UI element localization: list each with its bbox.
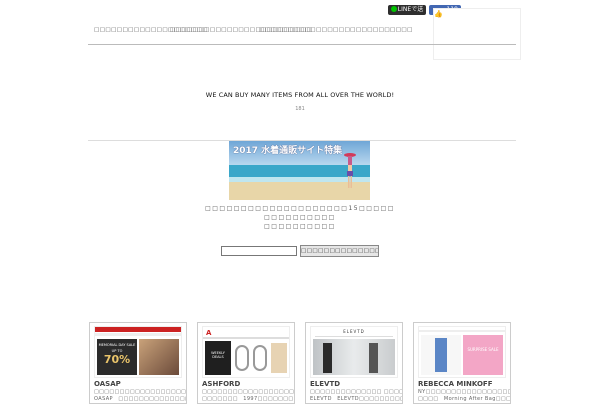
- model-figure: [369, 343, 378, 373]
- card-desc: □□□□□□□□□□□□□□□□□□□□□□□□ OASAP □□□□□□□□□…: [94, 389, 186, 403]
- card-desc: □□□□□□□□□□□□□□ □□□□□□□□ ELEVTD ELEVTD□□□…: [310, 389, 402, 403]
- card-desc: NY□□□□□□□□□□□□□□□□□□□ □□□□ Morning After…: [418, 389, 510, 403]
- ashford-promo-top: WEEKLY DEALS: [205, 341, 231, 375]
- swimwear-banner[interactable]: 2017 水着通販サイト特集: [229, 141, 370, 200]
- search-button[interactable]: □□□□□□□□□□□□□□□□□□□□□: [300, 245, 379, 257]
- intro-line-1: □□□□□□□□□□□□□□□□□□□□15□□□□□: [205, 205, 395, 212]
- oasap-model-photo: [139, 339, 179, 375]
- facebook-like-button[interactable]: 👍 119: [429, 5, 521, 60]
- site-count: 181: [295, 106, 305, 112]
- rm-nav-bar: [419, 330, 505, 332]
- card-desc-line-1: □□□□□□□□□□□□□□□□□□□□□□□: [202, 389, 294, 395]
- oasap-promo-top: MEMORIAL DAY SALE: [98, 343, 136, 347]
- oasap-promo-pct: 70%: [103, 353, 131, 366]
- shop-card-oasap[interactable]: MEMORIAL DAY SALE UP TO 70% OASAP □□□□□□…: [89, 322, 187, 404]
- shop-card-ashford[interactable]: A WEEKLY DEALS ASHFORD □□□□□□□□□□□□□□□□□…: [197, 322, 295, 404]
- main-nav: □□□□□□□□□□□□□□□□□□□□ □□□□□□□□□□□□□□□□□□□…: [88, 22, 516, 45]
- ashford-logo-icon: A: [206, 329, 212, 337]
- elevtd-logo: ELEVTD: [343, 329, 365, 334]
- rm-promo-top: SURPRISE SALE: [463, 335, 503, 375]
- elevtd-hero-photo: [313, 339, 395, 375]
- model-figure: [323, 343, 332, 373]
- card-desc-line-1: □□□□□□□□□□□□□□□□□□□□□□□□: [94, 389, 186, 395]
- oasap-header-bar: [95, 327, 181, 332]
- search-input[interactable]: [221, 246, 297, 256]
- ashford-product-photo: [271, 343, 287, 373]
- rebecca-minkoff-screenshot: SURPRISE SALE: [418, 326, 506, 378]
- ashford-screenshot: A WEEKLY DEALS: [202, 326, 290, 378]
- card-name: ELEVTD: [310, 380, 341, 388]
- elevtd-nav-bar: [315, 336, 393, 337]
- oasap-nav-bar: [95, 333, 181, 336]
- elevtd-screenshot: ELEVTD: [310, 326, 398, 378]
- oasap-screenshot: MEMORIAL DAY SALE UP TO 70%: [94, 326, 182, 378]
- shop-card-elevtd[interactable]: ELEVTD ELEVTD □□□□□□□□□□□□□□ □□□□□□□□ EL…: [305, 322, 403, 404]
- model-figure: [435, 338, 447, 372]
- rm-model-photo: [421, 335, 461, 375]
- nav-item-3[interactable]: □□□□□□□□□□□□□□□□□□□□□□□□□□□: [259, 27, 413, 33]
- intro-line-3: □□□□□□□□□□: [264, 223, 336, 230]
- line-share-label: LINEで送る: [397, 6, 424, 23]
- intro-line-2: □□□□□□□□□□: [264, 214, 336, 221]
- watch-icon: [253, 345, 267, 371]
- card-desc: □□□□□□□□□□□□□□□□□□□□□□□ □□□□□□□ 1997□□□□…: [202, 389, 294, 403]
- card-name: OASAP: [94, 380, 121, 388]
- tagline: WE CAN BUY MANY ITEMS FROM ALL OVER THE …: [205, 91, 395, 99]
- oasap-promo-box: MEMORIAL DAY SALE UP TO 70%: [97, 339, 137, 375]
- watch-icon: [235, 345, 249, 371]
- shop-card-rebecca-minkoff[interactable]: SURPRISE SALE REBECCA MINKOFF NY□□□□□□□□…: [413, 322, 511, 404]
- card-desc-line-1: NY□□□□□□□□□□□□□□□□□□□: [418, 389, 510, 395]
- line-share-button[interactable]: LINEで送る: [388, 5, 426, 23]
- line-logo-icon: [390, 6, 397, 12]
- card-desc-line-1: □□□□□□□□□□□□□□ □□□□□□□□: [310, 389, 402, 395]
- card-name: REBECCA MINKOFF: [418, 380, 493, 388]
- card-name: ASHFORD: [202, 380, 241, 388]
- ashford-nav-bar: [203, 337, 289, 339]
- banner-title: 2017 水着通販サイト特集: [233, 146, 343, 156]
